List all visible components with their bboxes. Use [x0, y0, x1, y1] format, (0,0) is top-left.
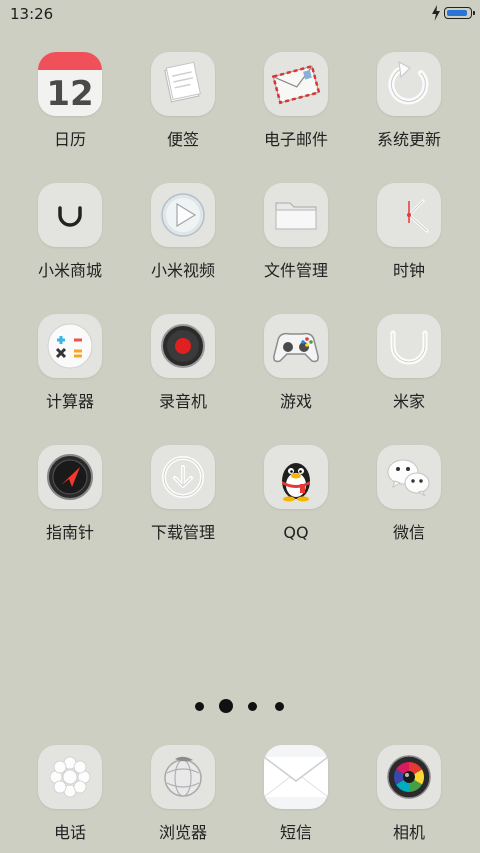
download-icon	[151, 445, 215, 509]
app-mi-store[interactable]: 小米商城	[20, 183, 120, 281]
dock-browser[interactable]: 浏览器	[133, 745, 233, 843]
app-file-manager[interactable]: 文件管理	[246, 183, 346, 281]
app-label: 指南针	[45, 523, 94, 542]
app-email[interactable]: 电子邮件	[246, 52, 346, 150]
qq-penguin-icon	[264, 445, 328, 509]
app-label: 相机	[392, 823, 425, 842]
page-indicator[interactable]	[0, 699, 480, 715]
gamepad-icon	[264, 314, 328, 378]
app-qq[interactable]: QQ	[246, 445, 346, 543]
charging-icon	[432, 5, 440, 21]
mi-store-icon	[38, 183, 102, 247]
app-clock[interactable]: 时钟	[359, 183, 459, 281]
app-recorder[interactable]: 录音机	[133, 314, 233, 412]
page-dot[interactable]	[195, 702, 204, 711]
app-mijia[interactable]: 米家	[359, 314, 459, 412]
app-label: QQ	[283, 523, 309, 542]
page-dot[interactable]	[275, 702, 284, 711]
camera-icon	[377, 745, 441, 809]
app-system-update[interactable]: 系统更新	[359, 52, 459, 150]
app-label: 小米视频	[150, 261, 215, 280]
app-label: 时钟	[392, 261, 425, 280]
app-compass[interactable]: 指南针	[20, 445, 120, 543]
battery-icon	[444, 7, 475, 19]
compass-icon	[38, 445, 102, 509]
app-label: 电话	[53, 823, 86, 842]
app-wechat[interactable]: 微信	[359, 445, 459, 543]
app-label: 录音机	[158, 392, 207, 411]
dock-phone[interactable]: 电话	[20, 745, 120, 843]
status-time: 13:26	[10, 5, 54, 23]
calendar-day: 12	[46, 74, 93, 114]
app-label: 便签	[166, 130, 199, 149]
app-label: 小米商城	[37, 261, 102, 280]
page-dot-active[interactable]	[219, 699, 233, 713]
app-label: 下载管理	[150, 523, 215, 542]
app-label: 游戏	[279, 392, 312, 411]
wechat-icon	[377, 445, 441, 509]
page-dot[interactable]	[248, 702, 257, 711]
app-label: 米家	[392, 392, 425, 411]
messages-icon	[264, 745, 328, 809]
app-label: 计算器	[45, 392, 94, 411]
dock-camera[interactable]: 相机	[359, 745, 459, 843]
browser-icon	[151, 745, 215, 809]
app-calendar[interactable]: 12 日历	[20, 52, 120, 150]
app-mi-video[interactable]: 小米视频	[133, 183, 233, 281]
app-games[interactable]: 游戏	[246, 314, 346, 412]
video-play-icon	[151, 183, 215, 247]
app-label: 浏览器	[158, 823, 207, 842]
app-label: 电子邮件	[263, 130, 328, 149]
mijia-icon	[377, 314, 441, 378]
status-bar: 13:26	[0, 0, 480, 28]
app-label: 日历	[53, 130, 86, 149]
calendar-icon: 12	[38, 52, 102, 116]
phone-icon	[38, 745, 102, 809]
clock-icon	[377, 183, 441, 247]
recorder-icon	[151, 314, 215, 378]
email-icon	[264, 52, 328, 116]
app-label: 短信	[279, 823, 312, 842]
calculator-icon	[38, 314, 102, 378]
app-calculator[interactable]: 计算器	[20, 314, 120, 412]
app-label: 文件管理	[263, 261, 328, 280]
folder-icon	[264, 183, 328, 247]
app-notes[interactable]: 便签	[133, 52, 233, 150]
dock-messages[interactable]: 短信	[246, 745, 346, 843]
app-download-manager[interactable]: 下载管理	[133, 445, 233, 543]
app-label: 系统更新	[376, 130, 441, 149]
app-label: 微信	[392, 523, 425, 542]
update-icon	[377, 52, 441, 116]
notes-icon	[151, 52, 215, 116]
